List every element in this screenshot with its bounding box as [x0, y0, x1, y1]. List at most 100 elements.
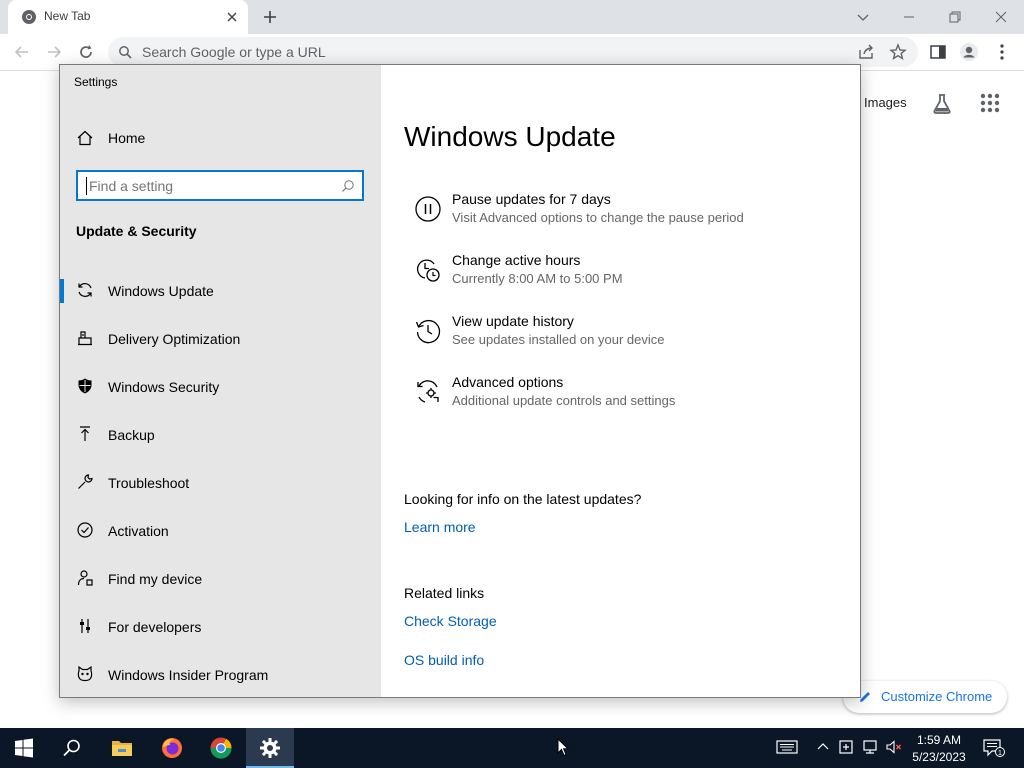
taskbar: 1:59 AM 5/23/2023 1: [0, 728, 1024, 768]
settings-content: Windows Update Pause updates for 7 days …: [381, 65, 860, 697]
search-icon: [119, 46, 132, 59]
firefox-icon: [162, 738, 182, 758]
sidebar-item-label: Troubleshoot: [108, 475, 190, 491]
chrome-tab-new-tab[interactable]: New Tab: [8, 0, 248, 34]
labs-flask-icon[interactable]: [930, 92, 954, 116]
option-pause-updates[interactable]: Pause updates for 7 days Visit Advanced …: [404, 191, 824, 241]
settings-sidebar: Settings Home Update & Security Windows: [60, 65, 381, 697]
volume-muted-icon[interactable]: [885, 738, 903, 756]
find-setting-input[interactable]: [86, 177, 326, 195]
back-arrow-icon[interactable]: [12, 42, 32, 62]
sidebar-item-troubleshoot[interactable]: Troubleshoot: [60, 459, 381, 507]
sidebar-item-label: For developers: [108, 619, 202, 635]
person-location-icon: [77, 570, 93, 586]
profile-avatar-icon[interactable]: [959, 42, 979, 62]
taskbar-file-explorer[interactable]: [98, 728, 146, 768]
option-title: View update history: [452, 313, 574, 329]
sidebar-item-backup[interactable]: Backup: [60, 411, 381, 459]
start-button[interactable]: [0, 728, 48, 768]
settings-window: Settings Home Update & Security Windows: [59, 64, 861, 698]
omnibox[interactable]: [108, 37, 918, 67]
check-storage-link[interactable]: Check Storage: [404, 613, 497, 629]
file-explorer-icon: [112, 741, 132, 756]
start-icon: [15, 738, 33, 758]
google-apps-grid-icon[interactable]: [979, 92, 1001, 114]
sidebar-item-label: Windows Insider Program: [108, 667, 269, 683]
sidebar-item-label: Find my device: [108, 571, 203, 587]
option-title: Change active hours: [452, 252, 581, 268]
chrome-menu-icon[interactable]: [992, 42, 1012, 62]
section-heading: Update & Security: [76, 223, 197, 239]
option-subtitle: See updates installed on your device: [452, 332, 665, 347]
learn-more-link[interactable]: Learn more: [404, 519, 476, 535]
share-icon[interactable]: [856, 42, 876, 62]
sidebar-item-delivery-optimization[interactable]: Delivery Optimization: [60, 315, 381, 363]
forward-arrow-icon[interactable]: [44, 42, 64, 62]
delivery-optimization-icon: [78, 331, 92, 346]
active-hours-clock-icon: [416, 259, 440, 282]
action-center-icon[interactable]: 1: [983, 738, 1005, 758]
insider-cat-icon: [77, 665, 93, 682]
security-shield-tray-icon[interactable]: [837, 738, 855, 756]
sidebar-item-label: Backup: [108, 427, 155, 443]
tab-title: New Tab: [44, 9, 91, 23]
home-icon: [77, 130, 93, 146]
taskbar-search-button[interactable]: [48, 728, 96, 768]
search-icon: [63, 739, 80, 757]
notification-count: 1: [998, 748, 1002, 757]
new-tab-plus-icon[interactable]: [260, 7, 280, 27]
close-icon[interactable]: [990, 6, 1012, 28]
sidebar-item-find-my-device[interactable]: Find my device: [60, 555, 381, 603]
option-view-update-history[interactable]: View update history See updates installe…: [404, 313, 824, 363]
chrome-tab-strip: New Tab: [0, 0, 1024, 34]
settings-gear-icon: [260, 738, 280, 758]
sidebar-item-windows-insider-program[interactable]: Windows Insider Program: [60, 651, 381, 699]
pause-circle-icon: [415, 196, 441, 222]
chrome-favicon-icon: [22, 10, 36, 24]
restore-icon[interactable]: [944, 6, 966, 28]
sync-icon: [78, 283, 92, 297]
option-subtitle: Currently 8:00 AM to 5:00 PM: [452, 271, 623, 286]
option-title: Pause updates for 7 days: [452, 191, 611, 207]
show-hidden-icons-chevron-icon[interactable]: [814, 738, 832, 756]
clock-time: 1:59 AM: [916, 733, 962, 747]
selection-indicator: [60, 279, 64, 303]
customize-chrome-button[interactable]: Customize Chrome: [843, 681, 1007, 713]
close-tab-icon[interactable]: [224, 9, 240, 25]
os-build-info-link[interactable]: OS build info: [404, 652, 484, 668]
option-subtitle: Visit Advanced options to change the pau…: [452, 210, 744, 225]
home-label: Home: [108, 130, 146, 146]
window-title: Settings: [74, 75, 118, 89]
keyboard-icon[interactable]: [776, 738, 798, 756]
related-links-heading: Related links: [404, 585, 485, 601]
sidebar-item-label: Activation: [108, 523, 169, 539]
sidebar-item-label: Delivery Optimization: [108, 331, 241, 347]
sidebar-item-activation[interactable]: Activation: [60, 507, 381, 555]
reload-icon[interactable]: [76, 42, 96, 62]
sidebar-item-home[interactable]: Home: [76, 127, 356, 151]
option-change-active-hours[interactable]: Change active hours Currently 8:00 AM to…: [404, 252, 824, 302]
bookmark-star-icon[interactable]: [888, 42, 908, 62]
side-panel-icon[interactable]: [928, 42, 948, 62]
taskbar-clock[interactable]: 1:59 AM 5/23/2023: [906, 732, 972, 766]
taskbar-chrome[interactable]: [197, 728, 245, 768]
sidebar-item-for-developers[interactable]: For developers: [60, 603, 381, 651]
minimize-icon[interactable]: [898, 6, 920, 28]
taskbar-firefox[interactable]: [148, 728, 196, 768]
omnibox-input[interactable]: [142, 43, 742, 61]
wrench-icon: [78, 474, 93, 489]
search-icon: [342, 180, 354, 192]
advanced-sync-gear-icon: [417, 380, 439, 403]
tab-search-chevron-icon[interactable]: [852, 6, 874, 28]
sidebar-item-windows-security[interactable]: Windows Security: [60, 363, 381, 411]
sidebar-item-windows-update[interactable]: Windows Update: [60, 267, 381, 315]
check-circle-icon: [77, 522, 93, 538]
network-icon[interactable]: [861, 738, 879, 756]
backup-icon: [80, 426, 90, 441]
mouse-cursor-icon: [557, 738, 569, 757]
taskbar-settings[interactable]: [246, 728, 294, 768]
images-link[interactable]: Images: [864, 95, 907, 110]
option-advanced-options[interactable]: Advanced options Additional update contr…: [404, 374, 824, 424]
find-setting-box[interactable]: [76, 170, 364, 201]
sidebar-item-label: Windows Security: [108, 379, 220, 395]
